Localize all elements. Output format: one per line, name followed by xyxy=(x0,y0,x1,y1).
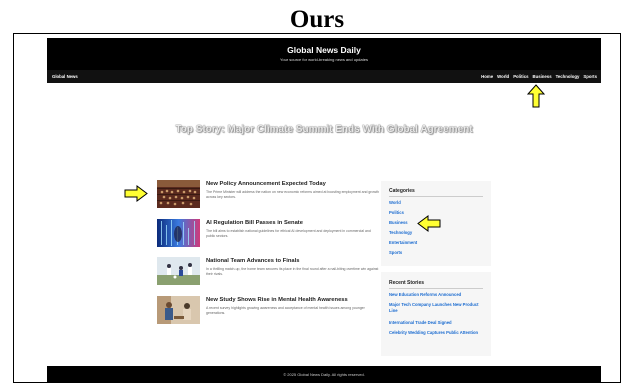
nav-link-world[interactable]: World xyxy=(497,74,509,79)
nav-links: Home World Politics Business Technology … xyxy=(481,74,597,79)
recent-story-link[interactable]: Major Tech Company Launches New Product … xyxy=(389,302,481,314)
categories-title: Categories xyxy=(389,188,415,194)
ai-tech-image[interactable] xyxy=(157,218,200,247)
hero-title[interactable]: Top Story: Major Climate Summit Ends Wit… xyxy=(47,124,601,135)
story-title[interactable]: New Study Shows Rise in Mental Health Aw… xyxy=(206,297,379,303)
footer-text: © 2025 Global News Daily. All rights res… xyxy=(283,372,365,377)
category-link-politics[interactable]: Politics xyxy=(389,210,404,215)
news-text: New Study Shows Rise in Mental Health Aw… xyxy=(206,296,379,327)
site-tagline: Your source for world-breaking news and … xyxy=(280,57,368,62)
category-link-world[interactable]: World xyxy=(389,200,401,205)
nav-link-politics[interactable]: Politics xyxy=(513,74,528,79)
arrow-left-icon xyxy=(417,215,441,232)
recent-story-link[interactable]: Celebrity Wedding Captures Public Attent… xyxy=(389,330,481,336)
divider xyxy=(389,196,483,197)
nav-link-business[interactable]: Business xyxy=(532,74,551,79)
arrow-right-icon xyxy=(124,185,148,202)
hero-banner: Top Story: Major Climate Summit Ends Wit… xyxy=(47,83,601,182)
category-link-technology[interactable]: Technology xyxy=(389,230,412,235)
category-link-entertainment[interactable]: Entertainment xyxy=(389,240,417,245)
nav-link-technology[interactable]: Technology xyxy=(556,74,580,79)
recent-stories-widget: Recent Stories New Education Reforms Ann… xyxy=(381,272,491,356)
news-item[interactable]: AI Regulation Bill Passes in Senate The … xyxy=(157,218,379,250)
site-footer: © 2025 Global News Daily. All rights res… xyxy=(47,366,601,382)
nav-brand[interactable]: Global News xyxy=(52,74,78,79)
page-heading: Ours xyxy=(289,6,345,33)
browser-viewport: Global News Daily Your source for world-… xyxy=(13,33,621,383)
nav-link-sports[interactable]: Sports xyxy=(583,74,597,79)
news-list: New Policy Announcement Expected Today T… xyxy=(157,180,379,334)
counseling-image[interactable] xyxy=(157,295,200,324)
story-title[interactable]: National Team Advances to Finals xyxy=(206,258,379,264)
category-link-sports[interactable]: Sports xyxy=(389,250,402,255)
news-item[interactable]: New Study Shows Rise in Mental Health Aw… xyxy=(157,295,379,327)
news-text: New Policy Announcement Expected Today T… xyxy=(206,180,379,211)
story-title[interactable]: New Policy Announcement Expected Today xyxy=(206,181,379,187)
nav-link-home[interactable]: Home xyxy=(481,74,493,79)
news-item[interactable]: New Policy Announcement Expected Today T… xyxy=(157,180,379,211)
story-title[interactable]: AI Regulation Bill Passes in Senate xyxy=(206,220,379,226)
story-desc: A recent survey highlights growing aware… xyxy=(206,305,365,315)
recent-story-link[interactable]: New Education Reforms Announced xyxy=(389,292,481,298)
news-text: AI Regulation Bill Passes in Senate The … xyxy=(206,219,379,250)
navbar: Global News Home World Politics Business… xyxy=(47,70,601,83)
divider xyxy=(389,288,483,289)
story-desc: The bill aims to establish national guid… xyxy=(206,228,371,238)
news-text: National Team Advances to Finals In a th… xyxy=(206,257,379,288)
sports-image[interactable] xyxy=(157,257,200,285)
recent-title: Recent Stories xyxy=(389,280,425,286)
arrow-up-icon xyxy=(527,84,545,108)
recent-story-link[interactable]: International Trade Deal Signed xyxy=(389,320,481,326)
category-link-business[interactable]: Business xyxy=(389,220,408,225)
site-title: Global News Daily xyxy=(287,45,361,55)
parliament-image[interactable] xyxy=(157,180,200,208)
story-desc: The Prime Minister will address the nati… xyxy=(206,190,379,200)
news-item[interactable]: National Team Advances to Finals In a th… xyxy=(157,257,379,288)
story-desc: In a thrilling match-up, the home team s… xyxy=(206,267,379,277)
site-header: Global News Daily Your source for world-… xyxy=(47,38,601,70)
